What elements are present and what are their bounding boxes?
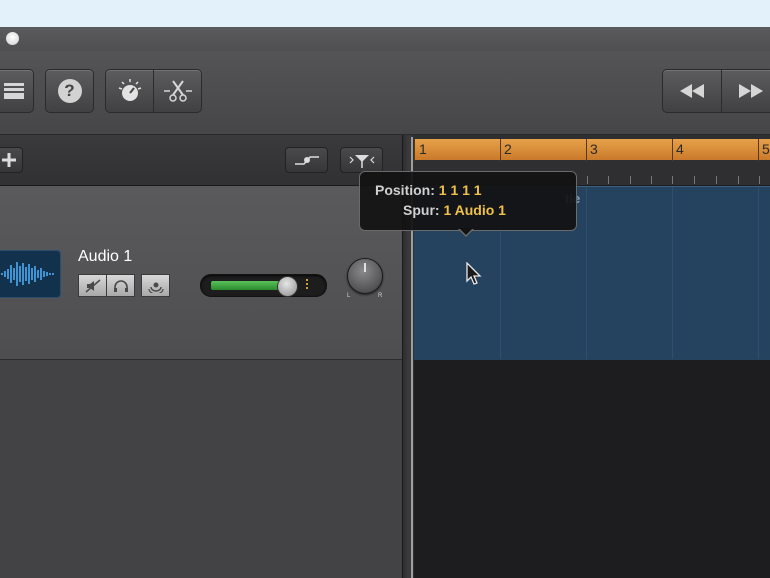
ruler-tick xyxy=(738,176,739,184)
window-titlebar xyxy=(0,27,770,51)
toolbar: ? xyxy=(0,51,770,135)
ruler-tick xyxy=(651,176,652,184)
automation-button[interactable] xyxy=(285,147,328,173)
region-grid-line xyxy=(586,187,587,359)
solo-button[interactable] xyxy=(106,274,135,297)
forward-icon xyxy=(739,84,763,98)
window-control-button[interactable] xyxy=(6,32,19,45)
help-icon: ? xyxy=(57,79,82,103)
mute-icon xyxy=(85,278,100,293)
track-header-audio-1[interactable]: Audio 1 xyxy=(0,186,403,360)
add-track-button[interactable] xyxy=(0,147,23,173)
library-icon xyxy=(4,83,24,99)
scissors-icon xyxy=(163,80,192,102)
headphones-icon xyxy=(113,279,128,292)
ruler-tick xyxy=(694,176,695,184)
tooltip-position-value: 1 1 1 1 xyxy=(438,182,482,198)
tooltip-position-label: Position: xyxy=(375,182,435,198)
forward-button[interactable] xyxy=(722,69,770,113)
playhead-icon xyxy=(349,155,374,168)
transport-group xyxy=(662,69,770,113)
pan-right-label: R xyxy=(378,293,383,299)
tooltip-track-label: Spur: xyxy=(403,202,440,218)
waveform-icon xyxy=(0,250,61,298)
pan-left-label: L xyxy=(347,293,351,299)
rewind-icon xyxy=(680,84,704,98)
library-button[interactable] xyxy=(0,69,34,113)
automation-icon xyxy=(294,156,319,165)
help-button[interactable]: ? xyxy=(45,69,94,113)
ruler-tick xyxy=(759,176,760,184)
bar-number: 2 xyxy=(504,141,512,157)
bar-number: 1 xyxy=(419,141,427,157)
smart-controls-button[interactable] xyxy=(105,69,154,113)
mute-button[interactable] xyxy=(78,274,107,297)
plus-icon xyxy=(1,153,16,167)
bar-number: 5 xyxy=(762,141,770,157)
ruler-tick xyxy=(672,176,673,184)
tooltip-track-name: Audio 1 xyxy=(454,202,506,218)
ruler-tick xyxy=(608,176,609,184)
ruler-tick xyxy=(587,176,588,184)
scissors-button[interactable] xyxy=(154,69,202,113)
tooltip-arrow-inner xyxy=(459,228,473,235)
region-grid-line xyxy=(672,187,673,359)
bar-line xyxy=(500,139,501,161)
catch-playhead-button[interactable] xyxy=(340,147,383,173)
arrange-empty-area[interactable] xyxy=(414,360,770,578)
input-monitor-button[interactable] xyxy=(141,274,170,297)
bar-number: 4 xyxy=(676,141,684,157)
tracks-header-bar xyxy=(0,135,403,186)
ruler-tick xyxy=(716,176,717,184)
edit-tools-group xyxy=(105,69,202,113)
record-enable-icon xyxy=(147,282,164,293)
bar-line xyxy=(414,139,415,161)
tooltip-track-number: 1 xyxy=(443,202,452,218)
bar-line xyxy=(586,139,587,161)
desktop-background xyxy=(0,0,770,27)
rewind-button[interactable] xyxy=(662,69,722,113)
volume-knob[interactable] xyxy=(277,276,298,297)
position-tooltip: Position: 1 1 1 1 Spur: 1 Audio 1 xyxy=(359,171,577,231)
level-meter-peak xyxy=(306,279,308,291)
track-name[interactable]: Audio 1 xyxy=(78,248,132,266)
volume-level xyxy=(211,281,286,290)
bar-line xyxy=(758,139,759,161)
mouse-pointer-icon xyxy=(466,262,482,285)
pan-knob[interactable] xyxy=(347,258,383,294)
volume-slider[interactable] xyxy=(200,274,327,297)
bar-number: 3 xyxy=(590,141,598,157)
bar-line xyxy=(672,139,673,161)
track-list-empty-area xyxy=(0,360,403,578)
region-grid-line xyxy=(758,187,759,359)
ruler-tick xyxy=(630,176,631,184)
smart-controls-icon xyxy=(118,79,141,101)
